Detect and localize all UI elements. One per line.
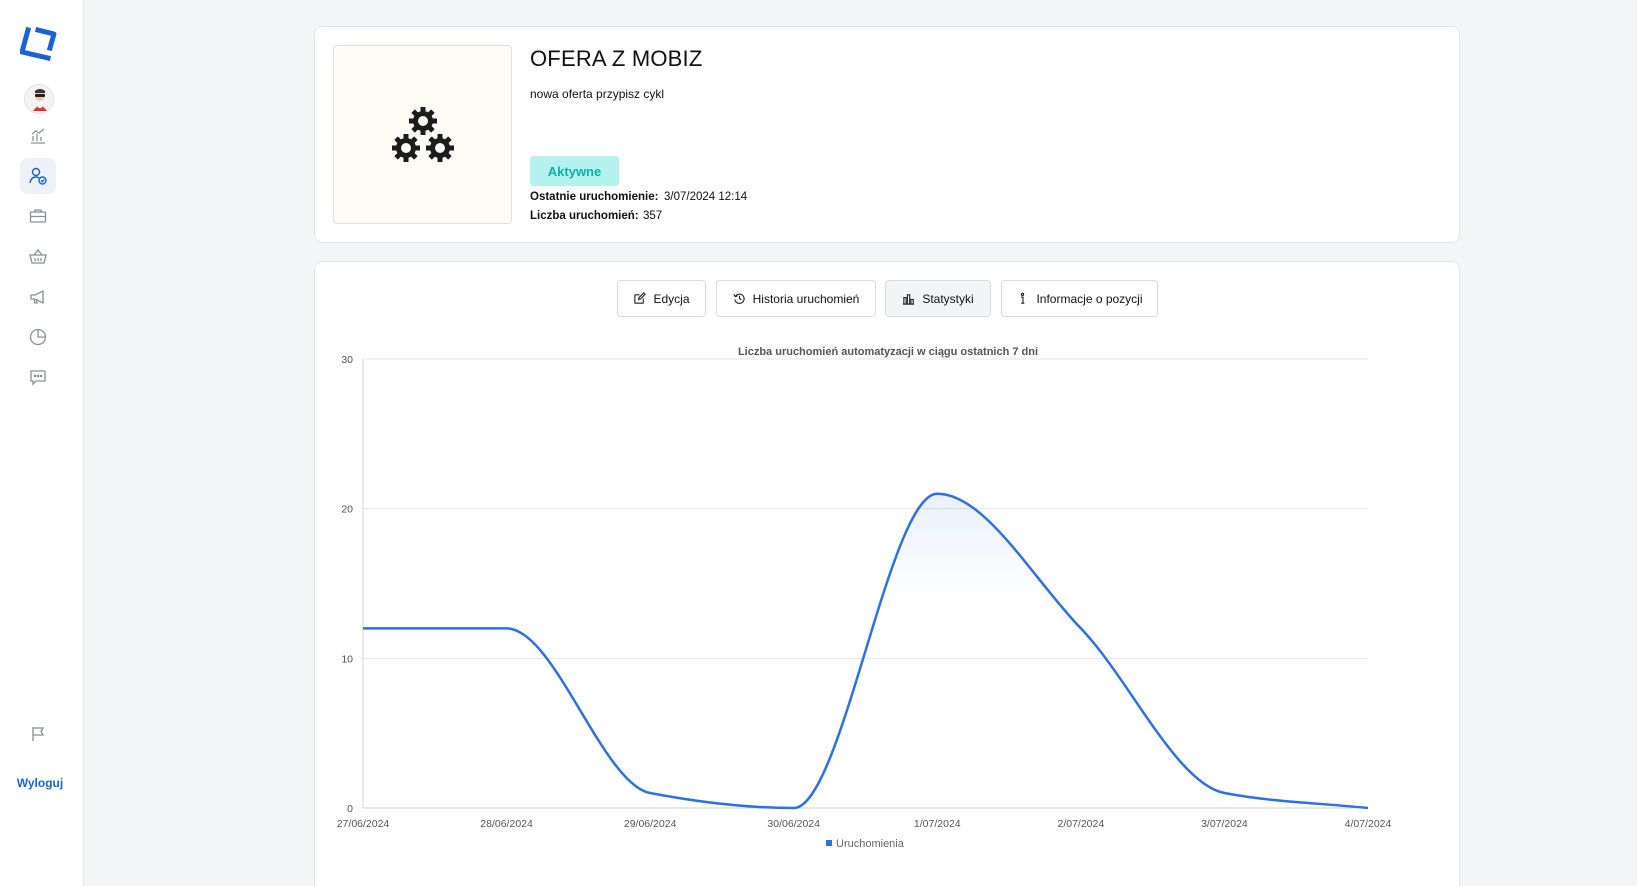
megaphone-icon <box>30 289 44 305</box>
x-tick-label: 1/07/2024 <box>914 818 961 830</box>
runs-line-chart: Liczba uruchomień automatyzacji w ciągu … <box>337 346 1392 850</box>
y-tick-label: 30 <box>341 354 353 366</box>
last-run-label: Ostatnie uruchomienie: <box>530 191 659 203</box>
pie-chart-icon <box>29 328 47 346</box>
app-logo[interactable] <box>20 24 58 62</box>
run-count-label: Liczba uruchomień: <box>530 210 639 222</box>
nav-item-reports[interactable] <box>20 118 56 154</box>
x-tick-label: 2/07/2024 <box>1057 818 1104 830</box>
offer-details-card: Edycja Historia uruchomień Statystyki In… <box>314 261 1460 886</box>
legend-swatch <box>826 840 832 846</box>
nav-item-briefcase[interactable] <box>20 198 56 234</box>
nav-item-analytics[interactable] <box>20 319 56 355</box>
sidebar: Wyloguj <box>0 0 84 886</box>
x-tick-label: 3/07/2024 <box>1201 818 1248 830</box>
status-badge: Aktywne <box>530 156 619 186</box>
legend-label: Uruchomienia <box>836 838 905 850</box>
nav-item-users[interactable] <box>20 158 56 194</box>
nav-item-flag[interactable] <box>20 716 56 752</box>
nav-item-campaigns[interactable] <box>20 279 56 315</box>
offer-title: OFERA Z MOBIZ <box>530 46 703 71</box>
x-tick-label: 30/06/2024 <box>767 818 820 830</box>
chart-title: Liczba uruchomień automatyzacji w ciągu … <box>738 346 1038 358</box>
y-tick-label: 0 <box>347 803 353 815</box>
x-tick-label: 28/06/2024 <box>480 818 533 830</box>
logout-link[interactable]: Wyloguj <box>0 776 80 790</box>
run-count-row: Liczba uruchomień: 357 <box>530 210 662 222</box>
flag-icon <box>32 727 45 741</box>
gears-icon <box>391 106 454 162</box>
x-tick-label: 4/07/2024 <box>1345 818 1392 830</box>
user-avatar[interactable] <box>24 84 54 114</box>
x-tick-label: 27/06/2024 <box>337 818 390 830</box>
last-run-row: Ostatnie uruchomienie: 3/07/2024 12:14 <box>530 191 747 203</box>
offer-thumbnail <box>333 45 512 224</box>
nav-item-messages[interactable] <box>20 359 56 395</box>
offer-description: nowa oferta przypisz cykl <box>530 87 665 101</box>
y-tick-label: 10 <box>341 653 353 665</box>
briefcase-icon <box>29 209 47 223</box>
offer-header-card: OFERA Z MOBIZ nowa oferta przypisz cykl … <box>314 26 1460 243</box>
chart-growth-icon <box>31 128 45 144</box>
nav-item-basket[interactable] <box>20 239 56 275</box>
basket-icon <box>29 248 47 264</box>
run-count-value: 357 <box>643 210 663 222</box>
y-tick-label: 20 <box>341 504 353 516</box>
chat-icon <box>30 370 46 386</box>
last-run-value: 3/07/2024 12:14 <box>664 191 748 203</box>
x-tick-label: 29/06/2024 <box>624 818 677 830</box>
user-check-icon <box>29 167 47 185</box>
